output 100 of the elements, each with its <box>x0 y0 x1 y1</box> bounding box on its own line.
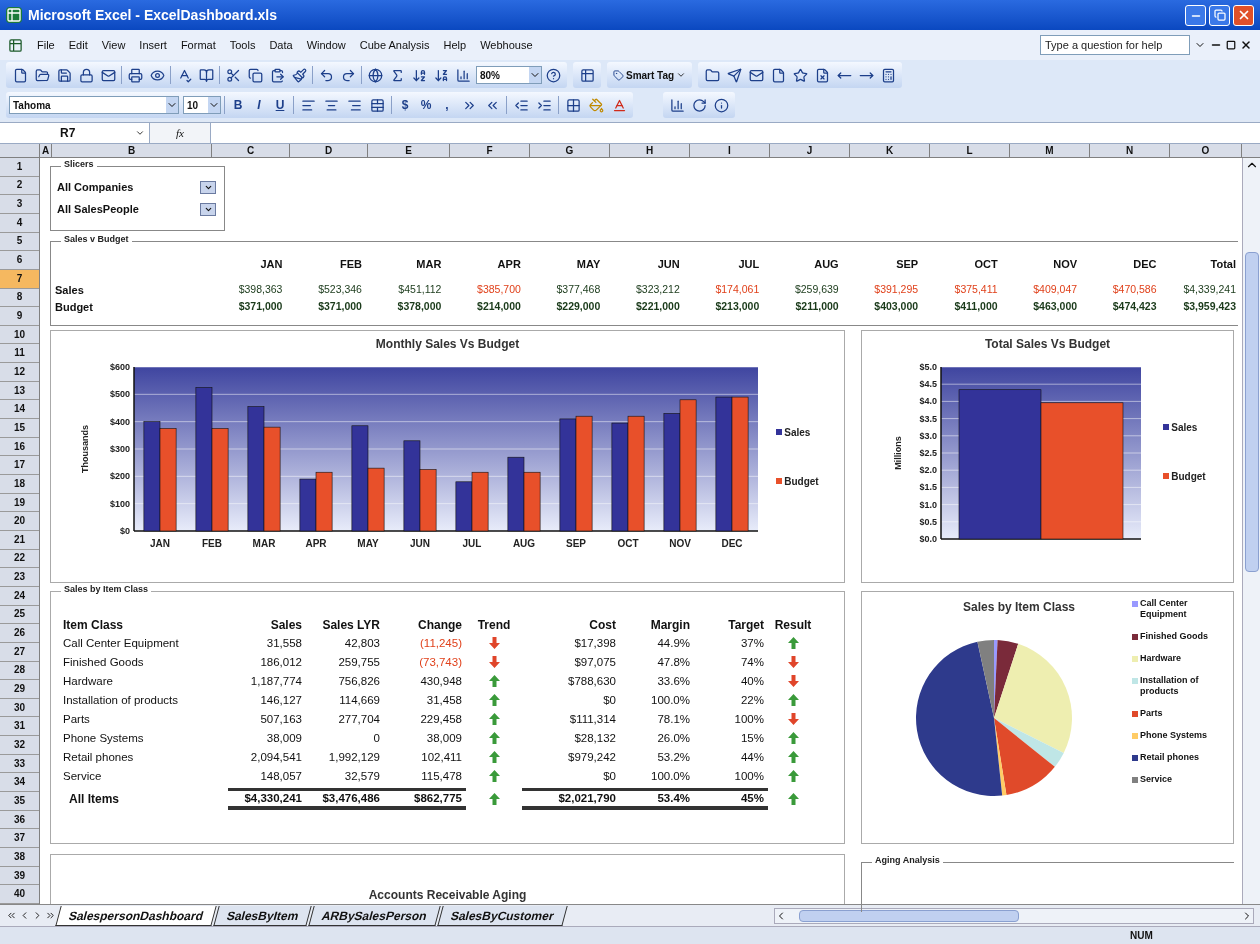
vertical-scrollbar[interactable] <box>1242 158 1260 904</box>
row-header[interactable]: 15 <box>0 419 39 438</box>
row-header[interactable]: 21 <box>0 531 39 550</box>
minimize-button[interactable] <box>1185 4 1206 26</box>
menu-item[interactable]: Window <box>306 36 346 54</box>
menu-item[interactable]: Insert <box>139 36 167 54</box>
column-header[interactable]: B <box>52 144 212 157</box>
number-format-button[interactable]: , <box>437 95 457 115</box>
row-header[interactable]: 24 <box>0 586 39 606</box>
row-header[interactable]: 12 <box>0 363 39 382</box>
close-icon[interactable] <box>1240 39 1252 51</box>
font-size-dropdown[interactable]: 10 <box>183 96 221 114</box>
row-header[interactable]: 23 <box>0 568 39 587</box>
menu-item[interactable]: Data <box>269 36 293 54</box>
row-header[interactable]: 19 <box>0 493 39 513</box>
text-style-button[interactable]: B <box>228 95 248 115</box>
dropdown-button[interactable] <box>200 180 216 194</box>
restore-icon[interactable] <box>1226 40 1236 50</box>
column-header[interactable]: L <box>930 144 1010 157</box>
row-header[interactable]: 18 <box>0 475 39 494</box>
chart-title: Accounts Receivable Aging <box>368 887 527 904</box>
column-header[interactable]: E <box>368 144 450 157</box>
column-header[interactable]: M <box>1010 144 1090 157</box>
row-header[interactable]: 34 <box>0 773 39 793</box>
row-header[interactable]: 37 <box>0 829 39 849</box>
function-label[interactable]: fx <box>150 124 210 142</box>
column-header[interactable]: F <box>450 144 530 157</box>
column-header[interactable]: J <box>770 144 850 157</box>
table-cell-text: 74% <box>739 654 765 670</box>
font-dropdown[interactable]: Tahoma <box>9 96 179 114</box>
number-format-button[interactable]: $ <box>395 95 415 115</box>
row-header[interactable]: 6 <box>0 251 39 270</box>
column-header[interactable]: A <box>40 144 52 157</box>
column-header[interactable]: G <box>530 144 610 157</box>
month-header: FEB <box>338 257 363 273</box>
row-header[interactable]: 14 <box>0 400 39 420</box>
menu-item[interactable]: View <box>101 36 126 54</box>
formula-field[interactable] <box>210 123 1260 143</box>
row-header[interactable]: 5 <box>0 232 39 252</box>
menu-item[interactable]: Tools <box>229 36 256 54</box>
row-label: Sales <box>55 282 85 298</box>
column-header[interactable]: C <box>212 144 290 157</box>
text-style-button[interactable]: U <box>270 95 290 115</box>
sheet-tab[interactable]: SalespersonDashboard <box>55 905 217 926</box>
column-heading: Change <box>417 616 463 634</box>
column-header[interactable]: D <box>290 144 368 157</box>
axis-title: Millions <box>893 436 904 470</box>
row-header[interactable]: 4 <box>0 213 39 233</box>
row-header[interactable]: 36 <box>0 810 39 830</box>
row-header[interactable]: 29 <box>0 680 39 699</box>
row-header[interactable]: 28 <box>0 661 39 681</box>
row-header[interactable]: 8 <box>0 288 39 308</box>
menu-item[interactable]: Cube Analysis <box>359 36 430 54</box>
last-sheet-icon[interactable] <box>45 910 56 921</box>
row-header[interactable]: 33 <box>0 754 39 774</box>
row-header[interactable]: 9 <box>0 307 39 326</box>
horizontal-scrollbar[interactable] <box>774 907 1254 924</box>
menu-item[interactable]: File <box>37 36 55 54</box>
row-header[interactable]: 39 <box>0 866 39 886</box>
row-header[interactable]: 35 <box>0 792 39 811</box>
row-header[interactable]: 1 <box>0 158 39 177</box>
column-header[interactable]: N <box>1090 144 1170 157</box>
help-search-field[interactable]: Type a question for help <box>1040 35 1190 55</box>
sheet-tab[interactable]: SalesByItem <box>213 905 313 926</box>
column-header[interactable]: O <box>1170 144 1242 157</box>
row-header[interactable]: 11 <box>0 344 39 364</box>
row-header[interactable]: 25 <box>0 605 39 625</box>
row-header[interactable]: 26 <box>0 624 39 643</box>
sheet-tab[interactable]: ARBySalesPerson <box>308 905 441 926</box>
column-header[interactable]: H <box>610 144 690 157</box>
row-header[interactable]: 20 <box>0 512 39 531</box>
menu-item[interactable]: Format <box>180 36 216 54</box>
row-header[interactable]: 31 <box>0 717 39 737</box>
row-header[interactable]: 17 <box>0 456 39 476</box>
row-header[interactable]: 30 <box>0 698 39 718</box>
zoom-dropdown[interactable]: 80% <box>476 66 542 84</box>
close-button[interactable] <box>1233 4 1254 26</box>
row-header[interactable]: 10 <box>0 325 39 345</box>
row-header[interactable]: 32 <box>0 736 39 755</box>
menu-item[interactable]: Edit <box>68 36 88 54</box>
restore-button[interactable] <box>1209 4 1230 26</box>
row-header[interactable]: 40 <box>0 885 39 904</box>
row-header[interactable]: 3 <box>0 195 39 214</box>
row-header[interactable]: 2 <box>0 176 39 196</box>
row-header[interactable]: 38 <box>0 848 39 867</box>
first-sheet-icon[interactable] <box>6 910 17 921</box>
column-header[interactable]: K <box>850 144 930 157</box>
row-header[interactable]: 13 <box>0 381 39 401</box>
row-header[interactable]: 27 <box>0 642 39 662</box>
menu-item[interactable]: Help <box>443 36 467 54</box>
column-header[interactable]: I <box>690 144 770 157</box>
row-header[interactable]: 22 <box>0 549 39 569</box>
text-style-button[interactable]: I <box>249 95 269 115</box>
table-cell-text: 53.2% <box>656 749 691 765</box>
row-header[interactable]: 16 <box>0 437 39 457</box>
name-box[interactable]: R7 <box>0 123 150 143</box>
sheet-tab[interactable]: SalesByCustomer <box>437 905 568 926</box>
menu-item[interactable]: Webhouse <box>480 36 533 54</box>
number-format-button[interactable]: % <box>416 95 436 115</box>
dropdown-button[interactable] <box>200 203 216 217</box>
